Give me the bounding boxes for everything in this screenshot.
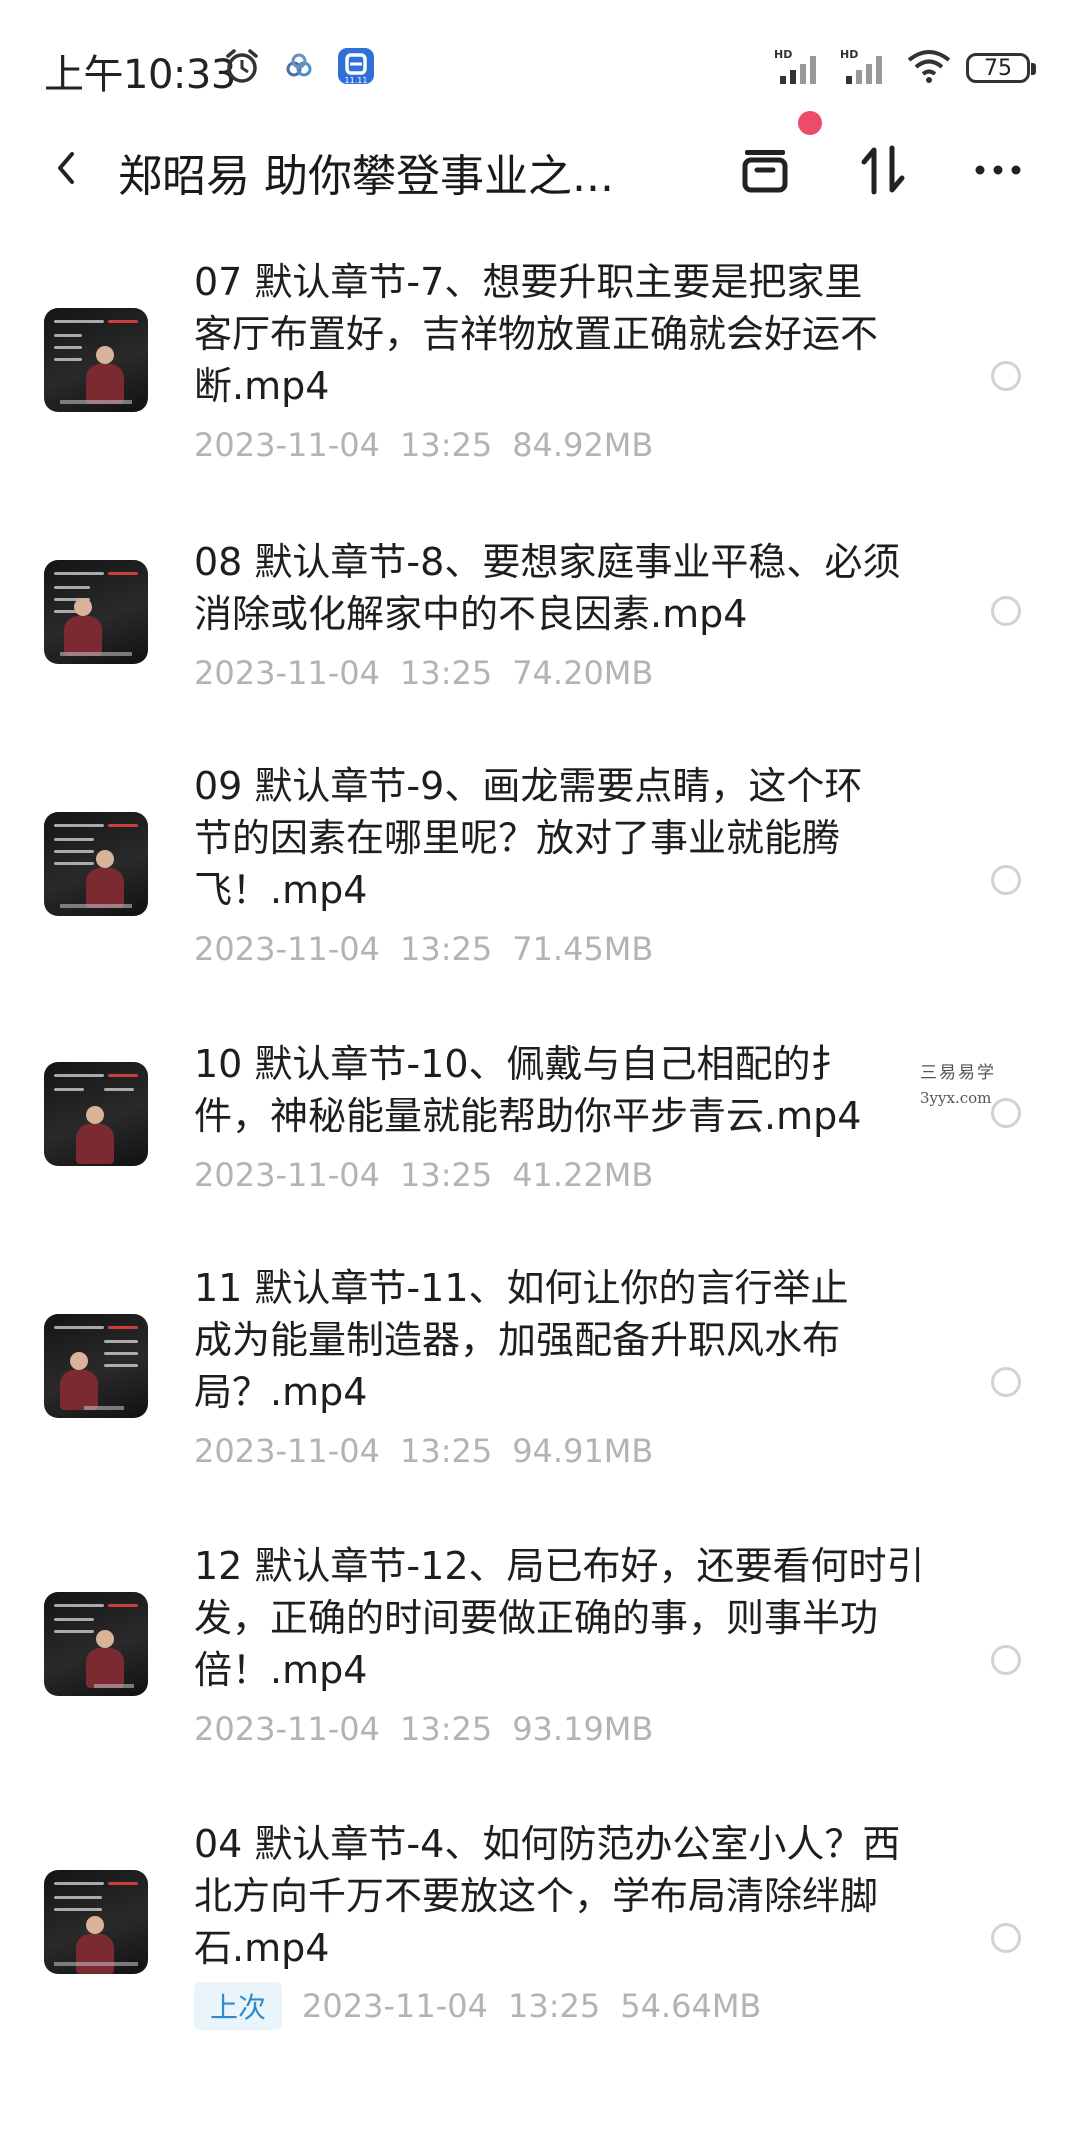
signal-hd-2-icon: HD [840,46,892,90]
file-size: 93.19MB [512,1710,654,1748]
file-date: 2023-11-04 [302,1987,488,2025]
archive-button[interactable] [729,134,801,206]
file-meta: 2023-11-04 13:25 74.20MB [194,654,653,692]
app-store-icon: 11.11 [336,46,376,90]
chevron-left-icon [58,152,74,184]
file-title: 07 默认章节-7、想要升职主要是把家里 客厅布置好，吉祥物放置正确就会好运不 断.… [194,260,879,408]
file-date: 2023-11-04 [194,1432,380,1470]
video-thumbnail [44,1314,148,1418]
file-time: 13:25 [399,930,493,968]
watermark-line-2: 3yyx.com [920,1089,992,1107]
cloud-app-icon [284,51,314,85]
file-size: 84.92MB [512,426,654,464]
list-item[interactable]: 10 默认章节-10、佩戴与自己相配的扌 件，神秘能量就能帮助你平步青云.mp4 … [0,1038,1080,1228]
list-item[interactable]: 07 默认章节-7、想要升职主要是把家里 客厅布置好，吉祥物放置正确就会好运不 断.… [0,256,1080,496]
status-system-icons: HD HD 75 [774,46,1036,90]
wifi-icon [906,46,952,90]
status-time: 上午10:33 [44,52,236,98]
video-thumbnail [44,308,148,412]
select-radio[interactable] [991,1923,1021,1953]
file-meta: 2023-11-04 13:25 41.22MB [194,1156,653,1194]
file-date: 2023-11-04 [194,426,380,464]
watermark-line-1: 三易易学 [920,1063,996,1083]
watermark: 三易易学 3yyx.com [920,1058,996,1107]
file-time: 13:25 [399,654,493,692]
file-title: 12 默认章节-12、局已布好，还要看何时引 发，正确的时间要做正确的事，则事半功… [194,1544,925,1692]
select-radio[interactable] [991,865,1021,895]
sort-button[interactable] [848,134,920,206]
page-title: 郑昭易 助你攀登事业之... [118,151,614,202]
select-radio[interactable] [991,1645,1021,1675]
list-item[interactable]: 08 默认章节-8、要想家庭事业平稳、必须 消除或化解家中的不良因素.mp4 20… [0,536,1080,726]
video-thumbnail [44,1062,148,1166]
svg-text:11.11: 11.11 [345,76,368,85]
file-date: 2023-11-04 [194,930,380,968]
status-bar: 上午10:33 11.11 HD HD 75 [0,0,1080,136]
file-meta: 2023-11-04 13:25 94.91MB [194,1432,653,1470]
more-options-button[interactable] [962,134,1034,206]
notification-dot [798,111,822,135]
file-date: 2023-11-04 [194,654,380,692]
select-radio[interactable] [991,1367,1021,1397]
top-app-bar: 郑昭易 助你攀登事业之... [0,120,1080,216]
file-time: 13:25 [399,1432,493,1470]
sort-arrows-icon [861,145,905,195]
list-item[interactable]: 12 默认章节-12、局已布好，还要看何时引 发，正确的时间要做正确的事，则事半功… [0,1540,1080,1780]
file-title: 08 默认章节-8、要想家庭事业平稳、必须 消除或化解家中的不良因素.mp4 [194,540,901,636]
file-size: 71.45MB [512,930,654,968]
last-played-badge: 上次 [194,1982,283,2030]
svg-text:HD: HD [774,48,792,61]
file-title: 09 默认章节-9、画龙需要点睛，这个环 节的因素在哪里呢？放对了事业就能腾 飞！.… [194,764,863,912]
file-meta: 2023-11-04 13:25 71.45MB [194,930,653,968]
file-meta: 上次 2023-11-04 13:25 54.64MB [194,1982,761,2030]
more-dots-icon [975,165,1021,175]
file-date: 2023-11-04 [194,1156,380,1194]
svg-text:HD: HD [840,48,858,61]
file-time: 13:25 [507,1987,601,2025]
file-meta: 2023-11-04 13:25 93.19MB [194,1710,653,1748]
file-title: 11 默认章节-11、如何让你的言行举止 成为能量制造器，加强配备升职风水布 局？.… [194,1266,849,1414]
select-radio[interactable] [991,596,1021,626]
file-size: 94.91MB [512,1432,654,1470]
status-notification-icons: 11.11 [222,46,376,90]
file-meta: 2023-11-04 13:25 84.92MB [194,426,653,464]
battery-indicator: 75 [966,53,1036,83]
file-size: 41.22MB [512,1156,654,1194]
file-size: 54.64MB [620,1987,762,2025]
video-thumbnail [44,1592,148,1696]
file-title: 10 默认章节-10、佩戴与自己相配的扌 件，神秘能量就能帮助你平步青云.mp4 [194,1042,862,1138]
select-radio[interactable] [991,361,1021,391]
list-item[interactable]: 11 默认章节-11、如何让你的言行举止 成为能量制造器，加强配备升职风水布 局？.… [0,1262,1080,1502]
signal-hd-1-icon: HD [774,46,826,90]
alarm-clock-icon [222,46,262,90]
file-size: 74.20MB [512,654,654,692]
video-thumbnail [44,560,148,664]
video-thumbnail [44,1870,148,1974]
file-title: 04 默认章节-4、如何防范办公室小人？西 北方向千万不要放这个，学布局清除绊脚石… [194,1822,901,1970]
archive-box-icon [742,150,788,193]
file-date: 2023-11-04 [194,1710,380,1748]
file-time: 13:25 [399,1710,493,1748]
back-button[interactable] [40,142,92,194]
list-item[interactable]: 09 默认章节-9、画龙需要点睛，这个环 节的因素在哪里呢？放对了事业就能腾 飞！.… [0,760,1080,1000]
video-thumbnail [44,812,148,916]
file-time: 13:25 [399,426,493,464]
file-time: 13:25 [399,1156,493,1194]
list-item[interactable]: 04 默认章节-4、如何防范办公室小人？西 北方向千万不要放这个，学布局清除绊脚石… [0,1818,1080,2068]
